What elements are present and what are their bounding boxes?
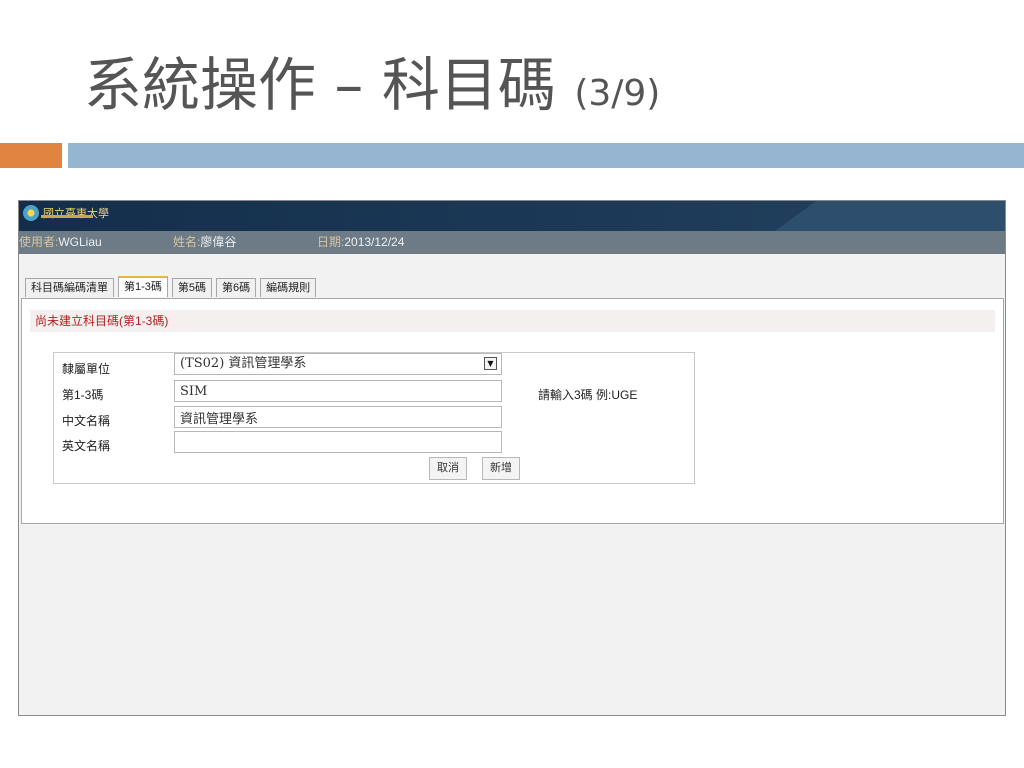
chevron-down-icon[interactable]: ▼: [484, 357, 497, 370]
app-window: 國立臺東大學 使用者:WGLiau 姓名:廖偉谷 日期:2013/12/24 科…: [18, 200, 1006, 716]
university-name-strip: [41, 215, 93, 218]
code-input[interactable]: [174, 380, 502, 402]
unit-select-value: (TS02) 資訊管理學系: [180, 356, 307, 371]
english-name-label: 英文名稱: [62, 439, 111, 453]
university-emblem-icon: [23, 205, 39, 221]
app-header: 國立臺東大學: [19, 201, 1005, 231]
cancel-button[interactable]: 取消: [429, 457, 467, 480]
slide-title-main: 系統操作 – 科目碼: [84, 51, 556, 119]
university-logo: 國立臺東大學: [23, 205, 109, 221]
user-value: WGLiau: [58, 235, 102, 249]
tab-code-list[interactable]: 科目碼編碼清單: [25, 278, 114, 297]
date-info: 日期:2013/12/24: [317, 231, 404, 254]
user-info-bar: 使用者:WGLiau 姓名:廖偉谷 日期:2013/12/24: [19, 231, 1005, 254]
user-label: 使用者:: [19, 235, 59, 249]
english-name-input[interactable]: [174, 431, 502, 453]
tab-panel: 尚未建立科目碼(第1-3碼) 隸屬單位 (TS02) 資訊管理學系 ▼ 第1-3…: [21, 298, 1004, 524]
accent-bar-orange: [0, 143, 62, 168]
name-info: 姓名:廖偉谷: [173, 231, 236, 254]
tab-code-5[interactable]: 第5碼: [171, 278, 213, 297]
slide-title: 系統操作 – 科目碼 (3/9): [84, 38, 660, 122]
unit-label: 隸屬單位: [62, 362, 111, 376]
add-button[interactable]: 新增: [482, 457, 520, 480]
date-label: 日期:: [317, 235, 345, 249]
chinese-name-input[interactable]: [174, 406, 502, 428]
tab-code-6[interactable]: 第6碼: [216, 278, 257, 297]
tab-code-1-3[interactable]: 第1-3碼: [118, 276, 168, 297]
name-label: 姓名:: [173, 235, 201, 249]
chinese-name-label: 中文名稱: [62, 414, 111, 428]
date-value: 2013/12/24: [344, 235, 405, 249]
header-decoration: [775, 201, 1005, 231]
accent-bar-blue: [68, 143, 1024, 168]
unit-select[interactable]: (TS02) 資訊管理學系 ▼: [174, 353, 502, 375]
user-info: 使用者:WGLiau: [19, 231, 102, 254]
name-value: 廖偉谷: [200, 235, 237, 249]
code-hint: 請輸入3碼 例:UGE: [538, 388, 638, 402]
status-message: 尚未建立科目碼(第1-3碼): [30, 310, 995, 332]
code-form: 隸屬單位 (TS02) 資訊管理學系 ▼ 第1-3碼 請輸入3碼 例:UGE 中…: [53, 352, 695, 484]
tab-bar: 科目碼編碼清單 第1-3碼 第5碼 第6碼 編碼規則: [25, 276, 317, 297]
tab-coding-rules[interactable]: 編碼規則: [260, 278, 317, 297]
code-label: 第1-3碼: [62, 388, 104, 402]
slide-title-page: (3/9): [574, 73, 661, 114]
